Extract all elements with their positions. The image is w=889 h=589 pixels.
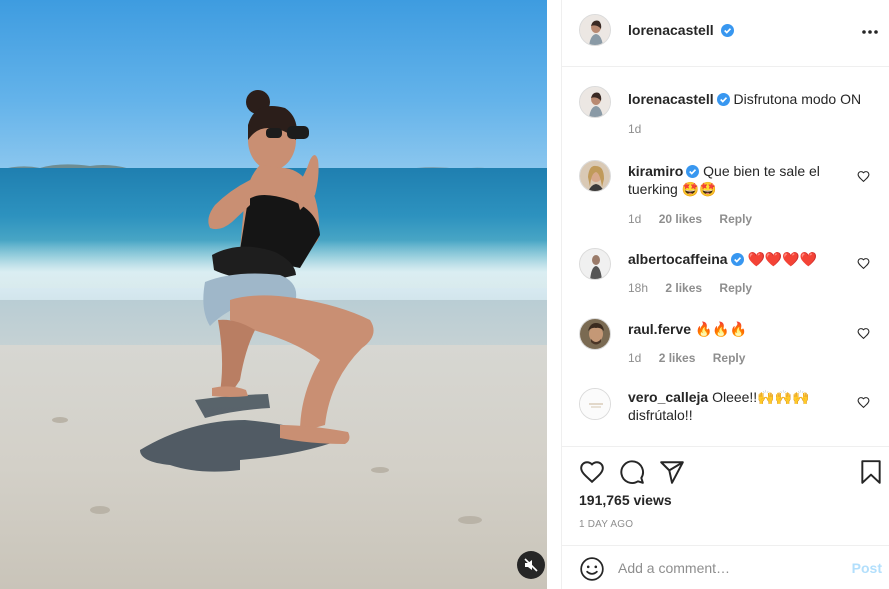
verified-badge-icon [686, 165, 700, 178]
mute-toggle-button[interactable] [517, 551, 545, 579]
commenter-avatar[interactable] [579, 160, 611, 192]
comment-icon[interactable] [619, 459, 645, 485]
comment-like-heart-icon[interactable] [857, 327, 870, 340]
bookmark-icon[interactable] [858, 459, 884, 485]
comment-input[interactable] [618, 558, 838, 578]
comment-time[interactable]: 1d [628, 351, 641, 365]
reply-button[interactable]: Reply [713, 351, 746, 365]
heart-icon[interactable] [579, 459, 605, 485]
post-actions: 191,765 views 1 DAY AGO [562, 446, 889, 546]
video-person [52, 90, 482, 524]
comment-time[interactable]: 1d [628, 212, 641, 226]
smile-icon[interactable] [579, 556, 605, 582]
comment-like-heart-icon[interactable] [857, 396, 870, 409]
muted-speaker-icon [524, 558, 538, 572]
comment-author[interactable]: raul.ferve [628, 321, 691, 337]
commenter-avatar[interactable] [579, 318, 611, 350]
comments-list: lorenacastell Disfrutona modo ON 1d kira… [562, 68, 889, 446]
comment-like-heart-icon[interactable] [857, 170, 870, 183]
comment-author[interactable]: kiramiro [628, 163, 683, 179]
post-header: lorenacastell [562, 0, 889, 67]
post-video[interactable] [0, 0, 547, 589]
caption-text: Disfrutona modo ON [733, 91, 862, 107]
verified-badge-icon [716, 93, 730, 106]
caption-author[interactable]: lorenacastell [628, 91, 714, 107]
comment-likes[interactable]: 2 likes [665, 281, 702, 295]
post-side-panel: lorenacastell lorenacastell Disfrutona m… [561, 0, 889, 589]
author-avatar[interactable] [579, 14, 611, 46]
verified-badge-icon [720, 24, 734, 37]
share-icon[interactable] [659, 459, 685, 485]
comment-likes[interactable]: 2 likes [659, 351, 696, 365]
reply-button[interactable]: Reply [719, 281, 752, 295]
comment-row: albertocaffeina ❤️❤️❤️❤️ 18h 2 likes Rep… [562, 248, 889, 303]
more-options-icon[interactable] [860, 22, 880, 42]
commenter-avatar[interactable] [579, 388, 611, 420]
comment-row: raul.ferve 🔥🔥🔥 1d 2 likes Reply [562, 318, 889, 373]
author-username[interactable]: lorenacastell [628, 22, 714, 38]
add-comment-bar: Post [562, 545, 889, 589]
comment-likes[interactable]: 20 likes [659, 212, 702, 226]
comment-text: 🔥🔥🔥 [694, 321, 748, 337]
post-comment-button[interactable]: Post [852, 560, 882, 576]
view-count[interactable]: 191,765 views [579, 492, 672, 508]
comment-author[interactable]: albertocaffeina [628, 251, 728, 267]
post-timestamp[interactable]: 1 DAY AGO [579, 519, 633, 530]
comment-row: vero_calleja Oleee!!🙌🙌🙌 disfrútalo!! [562, 386, 889, 446]
commenter-avatar[interactable] [579, 248, 611, 280]
verified-badge-icon [730, 253, 744, 266]
caption-row: lorenacastell Disfrutona modo ON 1d [562, 86, 889, 146]
caption-time[interactable]: 1d [628, 122, 641, 136]
reply-button[interactable]: Reply [719, 212, 752, 226]
comment-time[interactable]: 18h [628, 281, 648, 295]
comment-author[interactable]: vero_calleja [628, 389, 708, 405]
author-avatar[interactable] [579, 86, 611, 118]
comment-row: kiramiro Que bien te sale el tuerking 🤩🤩… [562, 158, 889, 228]
comment-text: ❤️❤️❤️❤️ [747, 251, 818, 267]
comment-like-heart-icon[interactable] [857, 257, 870, 270]
